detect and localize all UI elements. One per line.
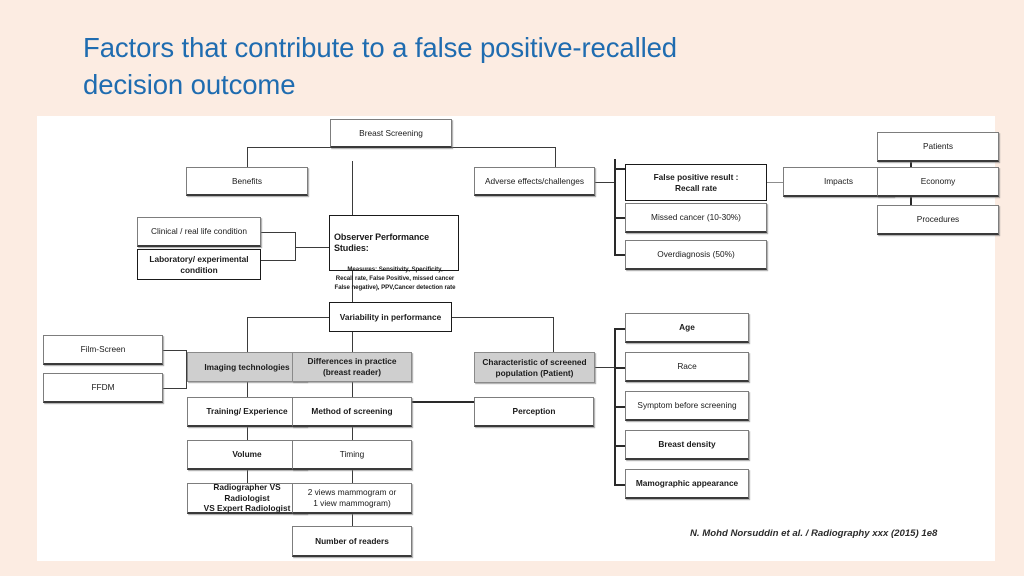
connector-lab-h	[259, 260, 295, 261]
connector-fp-impacts	[766, 182, 784, 183]
connector-var-right	[450, 317, 554, 318]
node-missed-cancer[interactable]: Missed cancer (10-30%)	[625, 203, 767, 233]
node-method-of-screening[interactable]: Method of screening	[292, 397, 412, 427]
ops-title: Observer Performance Studies:	[334, 231, 430, 254]
connector-var-mid	[352, 331, 353, 352]
node-training-experience[interactable]: Training/ Experience	[187, 397, 307, 427]
node-overdiagnosis[interactable]: Overdiagnosis (50%)	[625, 240, 767, 270]
page-title: Factors that contribute to a false posit…	[83, 32, 677, 100]
node-number-of-readers[interactable]: Number of readers	[292, 526, 412, 557]
connector-var-left-v	[247, 317, 248, 352]
connector-bs-left	[247, 147, 337, 148]
node-adverse-effects[interactable]: Adverse effects/challenges	[474, 167, 595, 196]
connector-ffdm-h	[163, 388, 187, 389]
node-age[interactable]: Age	[625, 313, 749, 343]
connector-clin-h	[259, 232, 295, 233]
connector-var-left	[247, 317, 333, 318]
node-timing[interactable]: Timing	[292, 440, 412, 470]
node-imaging-technologies[interactable]: Imaging technologies	[187, 352, 307, 382]
node-patients[interactable]: Patients	[877, 132, 999, 162]
connector-ae-bus	[614, 159, 616, 255]
node-race[interactable]: Race	[625, 352, 749, 382]
node-perception[interactable]: Perception	[474, 397, 594, 427]
node-observer-performance-studies[interactable]: Observer Performance Studies: Measures: …	[329, 215, 459, 291]
connector-clinlab-ops	[295, 247, 329, 248]
connector-ae-right	[593, 182, 615, 183]
node-breast-density[interactable]: Breast density	[625, 430, 749, 460]
node-radiographer-vs-radiologist[interactable]: Radiographer VS Radiologist VS Expert Ra…	[187, 482, 307, 514]
node-clinical-condition[interactable]: Clinical / real life condition	[137, 217, 261, 247]
node-ffdm[interactable]: FFDM	[43, 373, 163, 403]
ops-body: Measures: Sensitivity, Specificity, Reca…	[334, 266, 456, 291]
node-procedures[interactable]: Procedures	[877, 205, 999, 235]
node-characteristic-of-screened-population[interactable]: Characteristic of screened population (P…	[474, 352, 595, 383]
node-views-mammogram[interactable]: 2 views mammogram or 1 view mammogram)	[292, 483, 412, 514]
connector-var-right-v	[553, 317, 554, 352]
connector-bs-down	[352, 161, 353, 221]
node-variability-in-performance[interactable]: Variability in performance	[329, 302, 452, 332]
diagram-panel: Breast Screening Benefits Adverse effect…	[37, 116, 999, 561]
node-film-screen[interactable]: Film-Screen	[43, 335, 163, 365]
node-false-positive-result[interactable]: False positive result : Recall rate	[625, 164, 767, 201]
node-differences-in-practice[interactable]: Differences in practice (breast reader)	[292, 352, 412, 382]
node-benefits[interactable]: Benefits	[186, 167, 308, 196]
connector-char-right	[595, 367, 615, 368]
node-economy[interactable]: Economy	[877, 167, 999, 197]
node-laboratory-condition[interactable]: Laboratory/ experimental condition	[137, 249, 261, 280]
connector-film-h	[163, 350, 187, 351]
connector-bs-right	[450, 147, 555, 148]
node-volume[interactable]: Volume	[187, 440, 307, 470]
node-breast-screening[interactable]: Breast Screening	[330, 119, 452, 148]
node-symptom-before-screening[interactable]: Symptom before screening	[625, 391, 749, 421]
citation-text: N. Mohd Norsuddin et al. / Radiography x…	[690, 528, 938, 539]
node-mamographic-appearance[interactable]: Mamographic appearance	[625, 469, 749, 499]
